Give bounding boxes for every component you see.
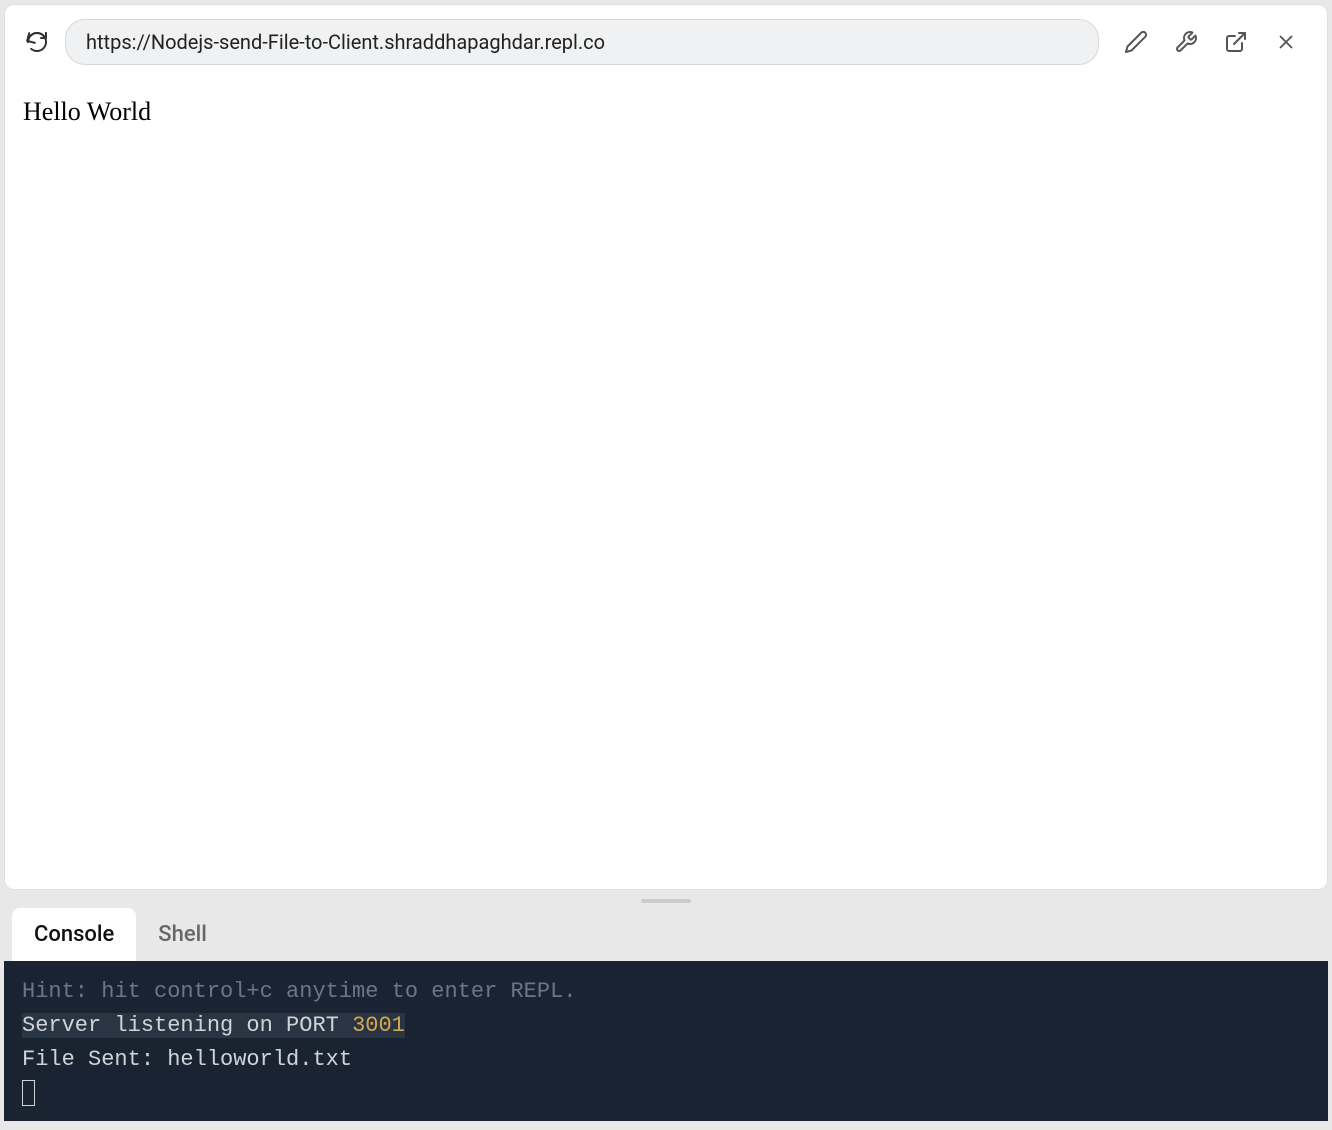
- external-link-icon: [1224, 30, 1248, 54]
- page-text: Hello World: [23, 97, 151, 126]
- console-line-filesent: File Sent: helloworld.txt: [22, 1043, 1310, 1077]
- edit-button[interactable]: [1123, 29, 1149, 55]
- refresh-icon: [25, 30, 49, 54]
- tabs-bar: Console Shell: [4, 908, 1328, 961]
- console-port-number: 3001: [352, 1013, 405, 1038]
- browser-panel: Hello World: [4, 4, 1328, 890]
- toolbar-actions: [1113, 29, 1309, 55]
- console-output[interactable]: Hint: hit control+c anytime to enter REP…: [4, 961, 1328, 1121]
- cursor-icon: [22, 1080, 35, 1106]
- pencil-icon: [1124, 30, 1148, 54]
- browser-toolbar: [5, 5, 1327, 79]
- close-button[interactable]: [1273, 29, 1299, 55]
- tab-shell[interactable]: Shell: [136, 908, 229, 961]
- wrench-icon: [1174, 30, 1198, 54]
- url-input[interactable]: [65, 19, 1099, 65]
- console-filesent-text: File Sent: helloworld.txt: [22, 1047, 352, 1072]
- console-hint-text: Hint: hit control+c anytime to enter REP…: [22, 979, 577, 1004]
- resize-grip-icon: [641, 899, 691, 903]
- console-line-hint: Hint: hit control+c anytime to enter REP…: [22, 975, 1310, 1009]
- close-icon: [1275, 31, 1297, 53]
- devtools-button[interactable]: [1173, 29, 1199, 55]
- console-panel: Console Shell Hint: hit control+c anytim…: [4, 908, 1328, 1121]
- tab-console[interactable]: Console: [12, 908, 136, 961]
- open-external-button[interactable]: [1223, 29, 1249, 55]
- console-server-text: Server listening on PORT: [22, 1013, 352, 1038]
- panel-resize-handle[interactable]: [0, 894, 1332, 908]
- console-line-server: Server listening on PORT 3001: [22, 1009, 1310, 1043]
- page-content: Hello World: [5, 79, 1327, 889]
- refresh-button[interactable]: [23, 28, 51, 56]
- console-cursor-line: [22, 1077, 1310, 1111]
